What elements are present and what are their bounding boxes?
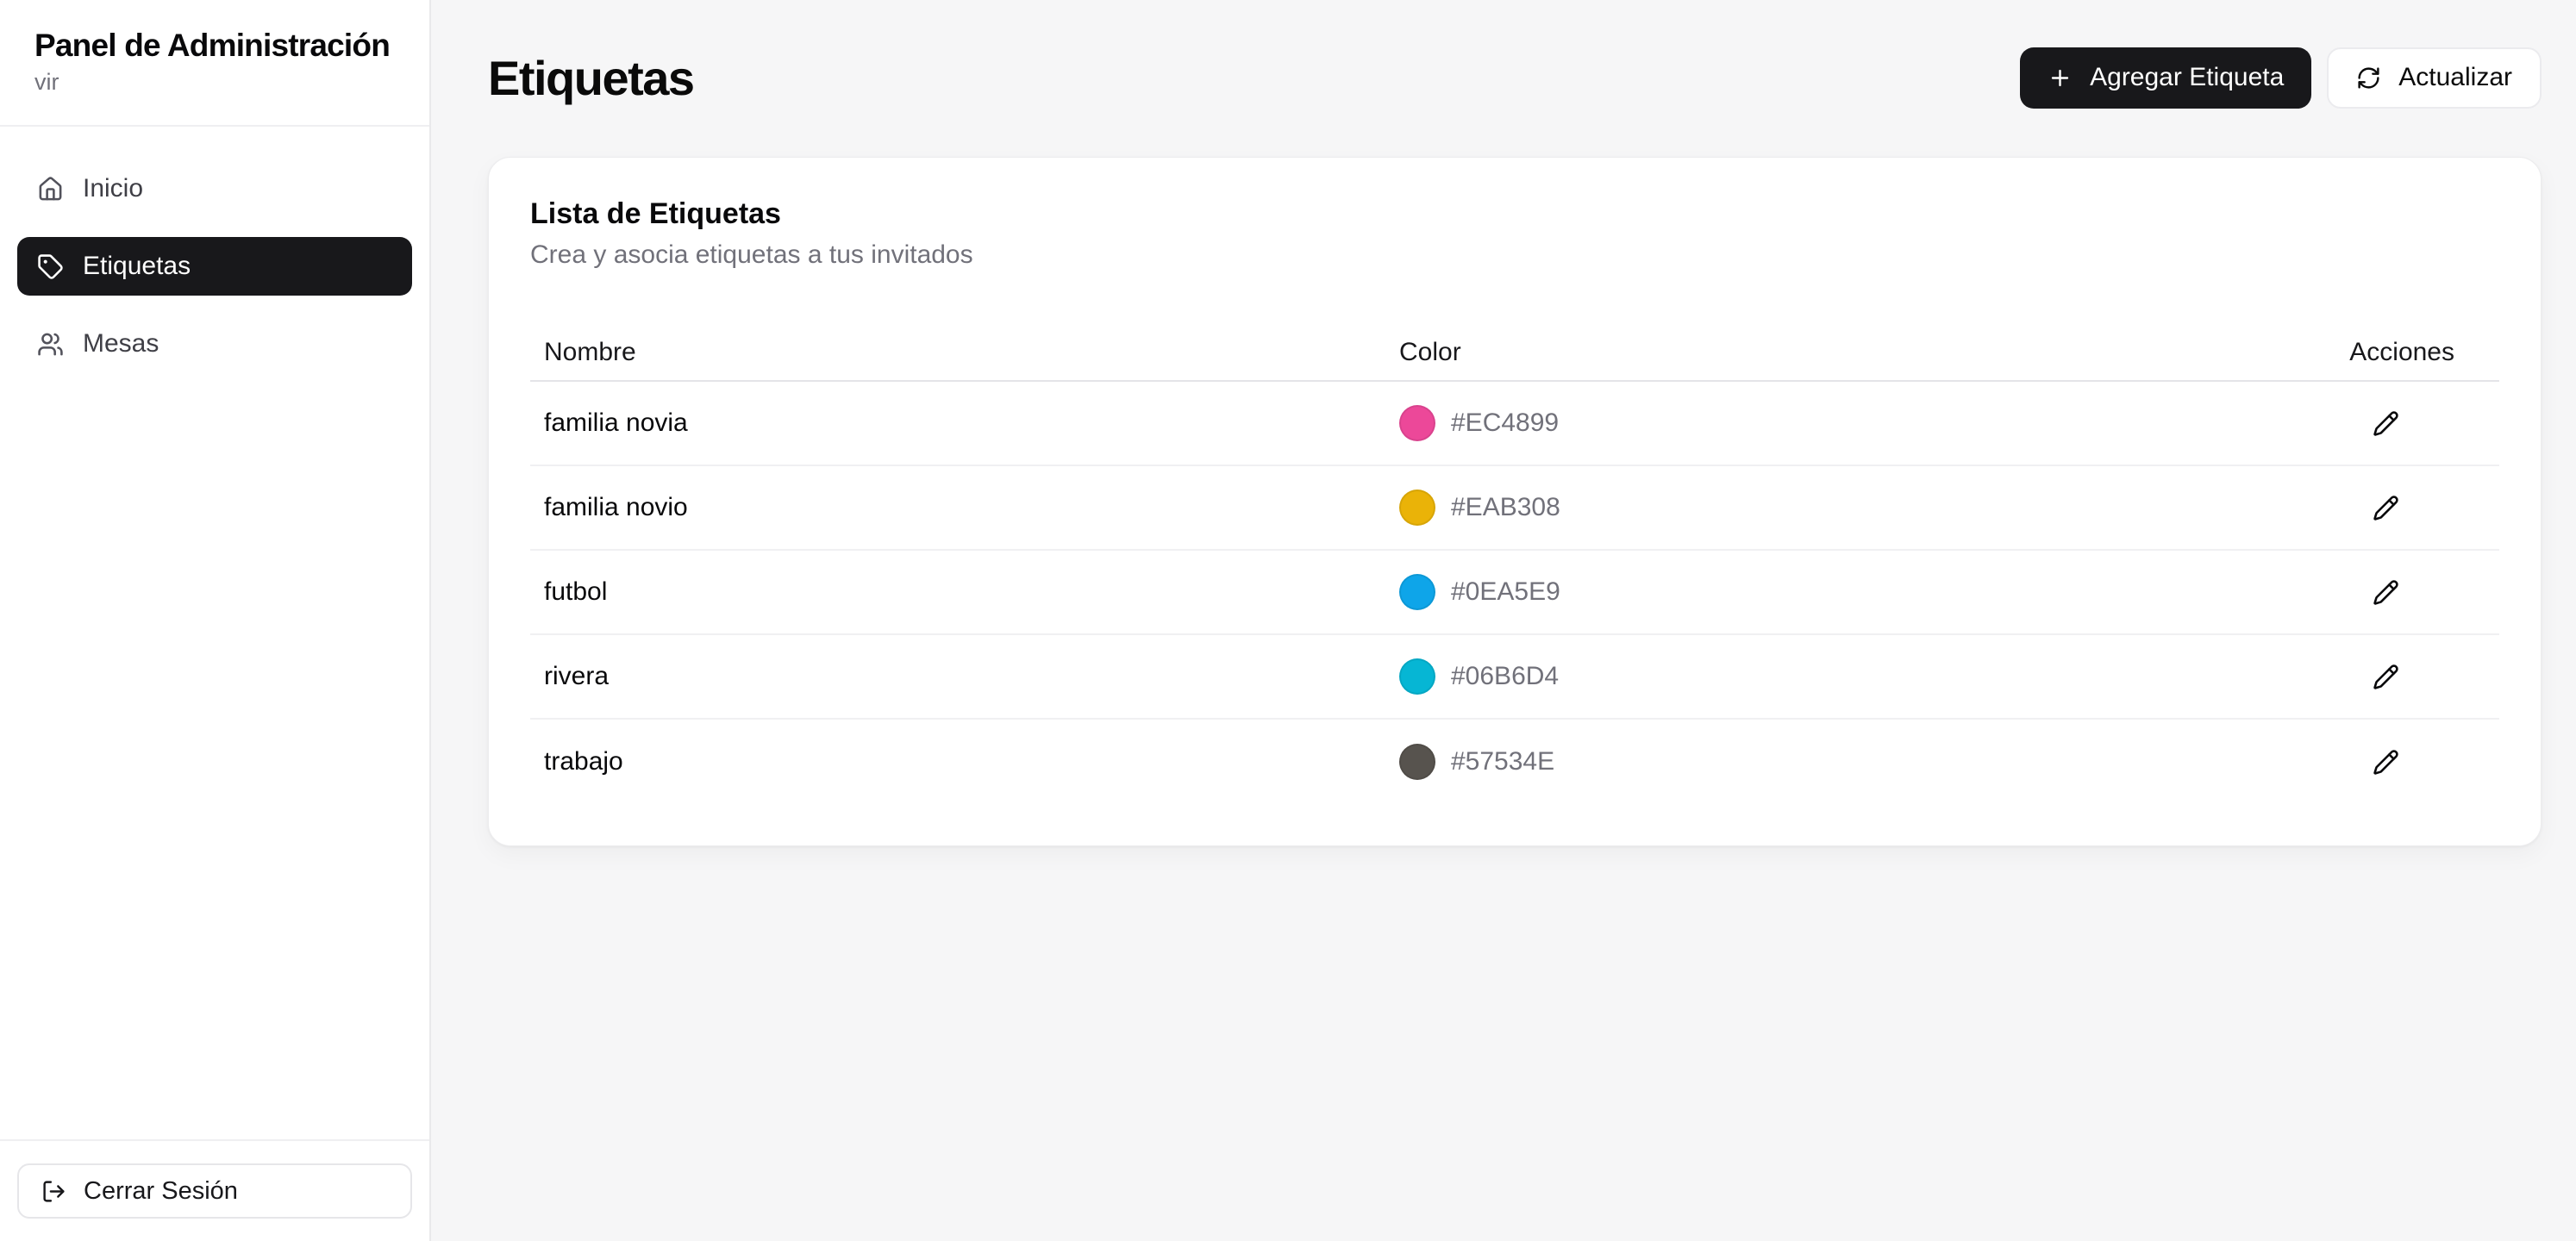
color-swatch [1399, 574, 1435, 610]
etiquetas-table: Nombre Color Acciones familia novia #EC4… [530, 325, 2499, 804]
column-header-color: Color [1385, 338, 2275, 367]
pencil-icon [2373, 495, 2399, 521]
plus-icon [2048, 65, 2073, 90]
edit-etiqueta-button[interactable] [2354, 645, 2417, 708]
add-etiqueta-button[interactable]: Agregar Etiqueta [2020, 47, 2311, 109]
users-icon [37, 331, 64, 358]
etiqueta-name: rivera [530, 662, 1385, 691]
etiqueta-color-cell: #57534E [1385, 744, 2275, 780]
etiqueta-actions-cell [2275, 731, 2499, 793]
color-hex: #57534E [1451, 747, 1554, 776]
etiqueta-color-cell: #EC4899 [1385, 405, 2275, 441]
edit-etiqueta-button[interactable] [2354, 731, 2417, 793]
column-header-acciones: Acciones [2275, 338, 2499, 367]
refresh-icon [2356, 65, 2381, 90]
table-row: familia novia #EC4899 [530, 382, 2499, 466]
pencil-icon [2373, 664, 2399, 690]
edit-etiqueta-button[interactable] [2354, 477, 2417, 539]
refresh-button[interactable]: Actualizar [2327, 47, 2542, 109]
card-title: Lista de Etiquetas [530, 196, 2499, 232]
app-subtitle: vir [34, 69, 395, 96]
card-subtitle: Crea y asocia etiquetas a tus invitados [530, 239, 2499, 271]
refresh-label: Actualizar [2398, 63, 2512, 92]
sidebar-item-inicio[interactable]: Inicio [17, 159, 412, 218]
color-hex: #EC4899 [1451, 408, 1559, 438]
column-header-nombre: Nombre [530, 338, 1385, 367]
sidebar-item-etiquetas[interactable]: Etiquetas [17, 237, 412, 296]
color-hex: #0EA5E9 [1451, 577, 1560, 607]
table-row: futbol #0EA5E9 [530, 551, 2499, 635]
etiqueta-color-cell: #EAB308 [1385, 490, 2275, 526]
home-icon [37, 176, 64, 203]
sidebar: Panel de Administración vir Inicio Etiqu… [0, 0, 431, 1241]
sidebar-item-label: Mesas [83, 329, 159, 359]
table-row: familia novio #EAB308 [530, 466, 2499, 551]
etiqueta-color-cell: #0EA5E9 [1385, 574, 2275, 610]
edit-etiqueta-button[interactable] [2354, 561, 2417, 623]
logout-label: Cerrar Sesión [84, 1177, 238, 1206]
etiqueta-name: trabajo [530, 747, 1385, 776]
table-row: trabajo #57534E [530, 720, 2499, 804]
sidebar-footer: Cerrar Sesión [0, 1139, 429, 1241]
table-header-row: Nombre Color Acciones [530, 325, 2499, 382]
sidebar-header: Panel de Administración vir [0, 0, 429, 127]
pencil-icon [2373, 749, 2399, 776]
color-swatch [1399, 658, 1435, 695]
log-out-icon [41, 1179, 66, 1204]
etiqueta-actions-cell [2275, 392, 2499, 454]
sidebar-nav: Inicio Etiquetas Mesas [0, 127, 429, 1139]
sidebar-item-mesas[interactable]: Mesas [17, 315, 412, 373]
edit-etiqueta-button[interactable] [2354, 392, 2417, 454]
pencil-icon [2373, 579, 2399, 606]
table-row: rivera #06B6D4 [530, 635, 2499, 720]
add-etiqueta-label: Agregar Etiqueta [2090, 63, 2284, 92]
color-swatch [1399, 744, 1435, 780]
color-hex: #06B6D4 [1451, 662, 1559, 691]
etiqueta-actions-cell [2275, 561, 2499, 623]
etiqueta-color-cell: #06B6D4 [1385, 658, 2275, 695]
table-body: familia novia #EC4899 familia novio #EAB… [530, 382, 2499, 804]
tag-icon [37, 253, 64, 280]
page-title: Etiquetas [488, 50, 694, 106]
app-title: Panel de Administración [34, 26, 395, 65]
page-header: Etiquetas Agregar Etiqueta [488, 43, 2542, 112]
pencil-icon [2373, 410, 2399, 437]
logout-button[interactable]: Cerrar Sesión [17, 1163, 412, 1219]
etiqueta-name: familia novio [530, 493, 1385, 522]
color-hex: #EAB308 [1451, 493, 1560, 522]
header-actions: Agregar Etiqueta Actualizar [2020, 47, 2542, 109]
sidebar-item-label: Etiquetas [83, 252, 191, 281]
etiqueta-actions-cell [2275, 645, 2499, 708]
main-content: Etiquetas Agregar Etiqueta [431, 0, 2576, 1241]
etiqueta-name: futbol [530, 577, 1385, 607]
color-swatch [1399, 490, 1435, 526]
color-swatch [1399, 405, 1435, 441]
etiquetas-card: Lista de Etiquetas Crea y asocia etiquet… [488, 157, 2542, 846]
sidebar-item-label: Inicio [83, 174, 143, 203]
etiqueta-name: familia novia [530, 408, 1385, 438]
etiqueta-actions-cell [2275, 477, 2499, 539]
